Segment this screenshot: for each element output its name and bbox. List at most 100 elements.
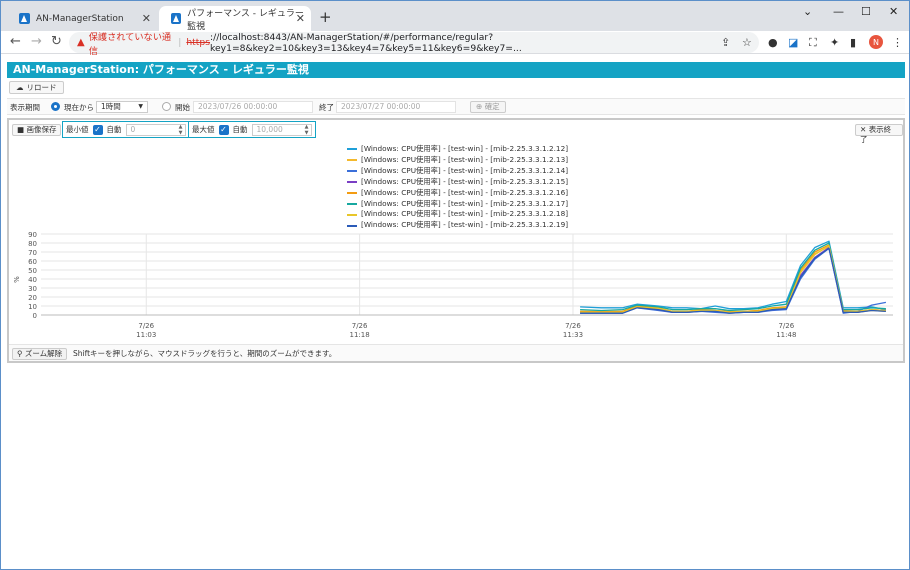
legend-item[interactable]: [Windows: CPU使用率] - [test-win] - [mib-2.… <box>347 155 568 166</box>
close-window-button[interactable]: ✕ <box>889 5 898 18</box>
max-value-group: 最大値 ✓ 自動 10,000 ▲ ▼ <box>188 121 316 138</box>
y-tick-label: 70 <box>28 249 37 257</box>
end-label: 終了 <box>319 103 334 112</box>
legend-item[interactable]: [Windows: CPU使用率] - [test-win] - [mib-2.… <box>347 199 568 210</box>
zoom-reset-button[interactable]: ⚲ ズーム解除 <box>12 348 68 360</box>
legend-swatch <box>347 213 357 216</box>
save-image-button[interactable]: ■ 画像保存 <box>12 124 62 136</box>
x-tick-date: 7/26 <box>565 322 581 330</box>
maximize-button[interactable]: ☐ <box>861 5 871 18</box>
start-label: 開始 <box>175 103 190 112</box>
legend-item[interactable]: [Windows: CPU使用率] - [test-win] - [mib-2.… <box>347 188 568 199</box>
legend-label: [Windows: CPU使用率] - [test-win] - [mib-2.… <box>361 154 569 164</box>
side-panel-icon[interactable]: ▮ <box>850 36 856 49</box>
x-tick-time: 11:48 <box>776 331 796 339</box>
bookmark-star-icon[interactable]: ☆ <box>742 36 752 49</box>
translate-icon[interactable]: ◪ <box>788 36 798 49</box>
legend-swatch <box>347 192 357 195</box>
y-tick-label: 30 <box>28 285 37 293</box>
confirm-icon: ⊕ <box>476 102 483 111</box>
confirm-button[interactable]: ⊕ 確定 <box>470 101 506 113</box>
reload-button[interactable]: ☁ リロード <box>9 81 64 94</box>
max-auto-checkbox[interactable]: ✓ <box>218 124 229 135</box>
url-separator: | <box>178 37 182 48</box>
current-radio[interactable] <box>51 102 60 111</box>
tab-search-icon[interactable]: ⌄ <box>803 5 812 18</box>
security-warning[interactable]: 保護されていない通信 <box>89 29 174 57</box>
close-display-button[interactable]: ✕ 表示終了 <box>855 124 903 144</box>
browser-window: AN-ManagerStation ✕ パフォーマンス - レギュラー監視 ✕ … <box>0 0 910 570</box>
spinner-icon[interactable]: ▲ ▼ <box>305 124 309 136</box>
screenshot-icon[interactable]: ⛶ <box>809 36 817 50</box>
y-tick-label: 60 <box>28 258 37 266</box>
reload-label: リロード <box>26 83 57 92</box>
forward-icon[interactable]: → <box>31 34 42 49</box>
confirm-label: 確定 <box>484 102 500 111</box>
share-icon[interactable]: ⇪ <box>721 36 730 49</box>
legend-swatch <box>347 148 357 151</box>
y-tick-label: 80 <box>28 240 37 248</box>
new-tab-button[interactable]: + <box>319 8 332 26</box>
back-icon[interactable]: ← <box>10 34 21 49</box>
close-tab-icon[interactable]: ✕ <box>296 12 305 25</box>
period-bar: 表示期間 現在から 1時間 ▼ 開始 2023/07/26 00:00:00 終了… <box>7 98 905 115</box>
x-tick-time: 11:33 <box>563 331 583 339</box>
legend-item[interactable]: [Windows: CPU使用率] - [test-win] - [mib-2.… <box>347 177 568 188</box>
url-text: ://localhost:8443/AN-ManagerStation/#/pe… <box>210 31 522 54</box>
tab-title: パフォーマンス - レギュラー監視 <box>187 8 304 32</box>
min-auto-checkbox[interactable]: ✓ <box>92 124 103 135</box>
tab-strip: AN-ManagerStation ✕ パフォーマンス - レギュラー監視 ✕ … <box>1 1 909 32</box>
y-tick-label: 10 <box>28 303 37 311</box>
menu-kebab-icon[interactable]: ⋮ <box>892 36 903 49</box>
end-datetime-input[interactable]: 2023/07/27 00:00:00 <box>336 101 456 113</box>
reload-page-icon[interactable]: ↻ <box>51 34 62 49</box>
minimize-button[interactable]: — <box>833 5 844 18</box>
max-value: 10,000 <box>256 124 283 134</box>
legend-label: [Windows: CPU使用率] - [test-win] - [mib-2.… <box>361 209 569 219</box>
legend-swatch <box>347 181 357 184</box>
legend-swatch <box>347 224 357 227</box>
dropdown-arrow-icon: ▼ <box>138 103 143 110</box>
series-line-4 <box>580 246 886 313</box>
warning-icon: ▲ <box>77 37 85 48</box>
legend-item[interactable]: [Windows: CPU使用率] - [test-win] - [mib-2.… <box>347 209 568 220</box>
extension-shield-icon[interactable]: ● <box>768 36 778 49</box>
start-radio[interactable] <box>162 102 171 111</box>
legend-label: [Windows: CPU使用率] - [test-win] - [mib-2.… <box>361 144 569 153</box>
close-tab-icon[interactable]: ✕ <box>142 12 151 25</box>
y-tick-label: 0 <box>33 312 37 320</box>
legend-item[interactable]: [Windows: CPU使用率] - [test-win] - [mib-2.… <box>347 144 568 155</box>
start-datetime-input[interactable]: 2023/07/26 00:00:00 <box>193 101 313 113</box>
min-value: 0 <box>130 124 136 134</box>
legend-item[interactable]: [Windows: CPU使用率] - [test-win] - [mib-2.… <box>347 166 568 177</box>
spinner-icon[interactable]: ▲ ▼ <box>179 124 183 136</box>
x-tick-date: 7/26 <box>138 322 154 330</box>
profile-avatar[interactable]: N <box>869 35 883 49</box>
legend-label: [Windows: CPU使用率] - [test-win] - [mib-2.… <box>361 165 569 175</box>
min-label: 最小値 <box>66 125 89 134</box>
y-tick-label: 50 <box>28 267 37 275</box>
address-bar[interactable]: ▲ 保護されていない通信 | https ://localhost:8443/A… <box>69 31 759 57</box>
save-icon: ■ <box>17 125 25 134</box>
max-auto-label: 自動 <box>232 125 248 134</box>
performance-panel: ■ 画像保存 最小値 ✓ 自動 0 ▲ ▼ 最大値 ✓ 自動 10,000 ▲ ▼ ✕ … <box>7 118 905 363</box>
y-tick-label: 90 <box>28 231 37 239</box>
x-tick-time: 11:18 <box>350 331 370 339</box>
tab-performance[interactable]: パフォーマンス - レギュラー監視 ✕ <box>159 6 311 32</box>
x-tick-date: 7/26 <box>778 322 794 330</box>
y-tick-label: 20 <box>28 294 37 302</box>
max-value-input[interactable]: 10,000 ▲ ▼ <box>251 123 312 136</box>
series-line-3 <box>580 247 887 314</box>
url-scheme: https <box>186 37 211 48</box>
cpu-line-chart: 01020304050607080907/2611:037/2611:187/2… <box>13 231 893 339</box>
tab-title: AN-ManagerStation <box>36 13 124 24</box>
tab-an-managerstation[interactable]: AN-ManagerStation ✕ <box>7 6 157 31</box>
series-line-8 <box>580 247 886 314</box>
min-value-input[interactable]: 0 ▲ ▼ <box>125 123 186 136</box>
duration-select[interactable]: 1時間 ▼ <box>96 101 148 113</box>
browser-toolbar: ← → ↻ ▲ 保護されていない通信 | https ://localhost:… <box>1 31 909 57</box>
x-tick-date: 7/26 <box>352 322 368 330</box>
extensions-puzzle-icon[interactable]: ✦ <box>830 36 839 49</box>
duration-value: 1時間 <box>101 102 121 111</box>
y-axis-label: % <box>13 276 21 283</box>
